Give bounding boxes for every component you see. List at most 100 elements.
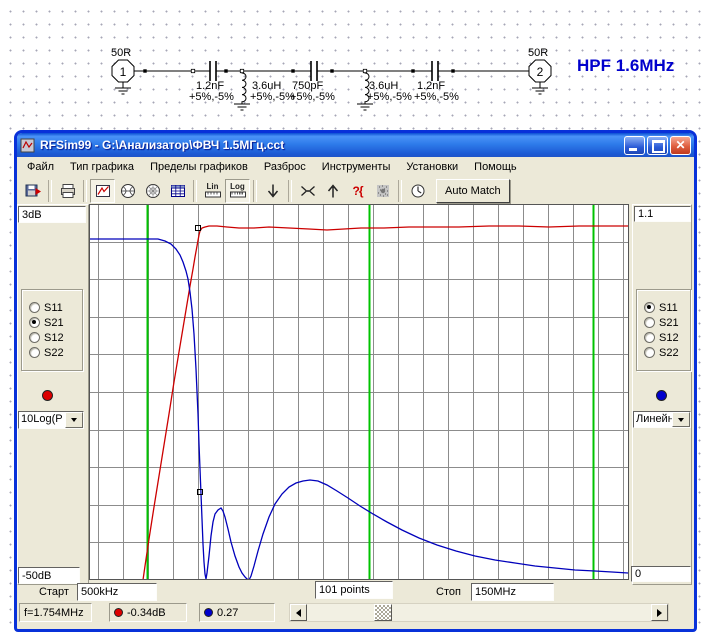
scrollbar-thumb[interactable] <box>374 604 392 621</box>
log-sweep-button[interactable]: Log <box>225 179 250 203</box>
table-view-button[interactable] <box>165 179 190 203</box>
save-button[interactable] <box>20 179 45 203</box>
chevron-down-icon <box>71 418 77 422</box>
desktop: 1 50R 1.2nF +5%,-5% 3.6uH +5%,-5% 750pF … <box>0 0 705 634</box>
right-trace-group: S11 S21 S12 S22 <box>636 289 691 371</box>
match-button[interactable] <box>295 179 320 203</box>
polar-chart-button[interactable] <box>140 179 165 203</box>
s-parameter-chart[interactable] <box>89 204 629 580</box>
toolbar-separator <box>398 180 402 202</box>
optimize-button[interactable]: ?{ <box>345 179 370 203</box>
left-bottom-limit-input[interactable] <box>18 567 80 584</box>
maximize-button[interactable] <box>647 136 668 155</box>
print-button[interactable] <box>55 179 80 203</box>
red-trace-dot <box>42 390 53 401</box>
scrollbar-right-button[interactable] <box>651 604 668 621</box>
points-input[interactable] <box>315 581 393 599</box>
auto-match-button[interactable]: Auto Match <box>436 179 510 203</box>
timer-button[interactable] <box>405 179 430 203</box>
port-1-impedance: 50R <box>111 47 131 59</box>
right-bottom-limit-input[interactable] <box>631 566 691 582</box>
toolbar-separator <box>193 180 197 202</box>
blue-marker-value: 0.27 <box>217 607 238 619</box>
stop-frequency-input[interactable] <box>471 583 554 601</box>
menubar: Файл Тип графика Пределы графиков Разбро… <box>17 157 694 178</box>
download-button[interactable] <box>260 179 285 203</box>
capacitor-c3[interactable] <box>432 61 438 81</box>
right-top-limit-input[interactable] <box>634 206 691 222</box>
right-radio-s21[interactable]: S21 <box>644 317 690 329</box>
left-format-dropdown[interactable]: 10Log(P <box>18 411 84 429</box>
red-marker-value: -0.34dB <box>127 607 166 619</box>
noise-button[interactable] <box>370 179 395 203</box>
radio-icon <box>644 347 655 358</box>
port-1-number: 1 <box>120 65 127 79</box>
scrollbar-left-button[interactable] <box>290 604 307 621</box>
menu-file[interactable]: Файл <box>19 159 62 175</box>
radio-icon <box>29 302 40 313</box>
minimize-button[interactable] <box>624 136 645 155</box>
inductor-l1[interactable] <box>234 71 250 110</box>
upload-button[interactable] <box>320 179 345 203</box>
stop-label: Стоп <box>436 586 461 598</box>
ground-icon <box>532 82 548 94</box>
app-icon <box>20 138 35 153</box>
right-radio-s11[interactable]: S11 <box>644 302 690 314</box>
capacitor-c1[interactable] <box>210 61 216 81</box>
menu-graph-type[interactable]: Тип графика <box>62 159 142 175</box>
rectangular-graph-button[interactable] <box>90 179 115 203</box>
right-radio-s22[interactable]: S22 <box>644 347 690 359</box>
radio-label: S12 <box>44 332 64 344</box>
titlebar[interactable]: RFSim99 - G:\Анализатор\ФВЧ 1.5МГц.cct ✕ <box>17 133 694 157</box>
rectangular-graph-icon <box>94 182 112 200</box>
right-format-dropdown[interactable]: Линейн <box>633 411 691 428</box>
radio-icon <box>29 332 40 343</box>
match-icon <box>299 182 317 200</box>
window-title: RFSim99 - G:\Анализатор\ФВЧ 1.5МГц.cct <box>40 138 620 152</box>
close-icon: ✕ <box>675 139 685 151</box>
start-label: Старт <box>39 586 69 598</box>
right-format-value: Линейн <box>634 412 672 427</box>
up-arrow-icon <box>324 182 342 200</box>
linear-sweep-label: Lin <box>207 183 219 191</box>
radio-icon <box>644 317 655 328</box>
menu-tools[interactable]: Инструменты <box>314 159 399 175</box>
print-icon <box>59 182 77 200</box>
l2-tolerance: +5%,-5% <box>367 91 412 103</box>
ground-icon <box>115 82 131 94</box>
menu-help[interactable]: Помощь <box>466 159 525 175</box>
blue-marker-icon <box>204 608 213 617</box>
menu-settings[interactable]: Установки <box>398 159 466 175</box>
port-1[interactable]: 1 <box>112 60 134 94</box>
red-marker-panel: -0.34dB <box>109 603 187 622</box>
close-button[interactable]: ✕ <box>670 136 691 155</box>
start-frequency-input[interactable] <box>77 583 157 601</box>
right-radio-s12[interactable]: S12 <box>644 332 690 344</box>
dropdown-button[interactable] <box>672 412 690 427</box>
ground-icon <box>357 104 373 110</box>
radio-label: S22 <box>44 347 64 359</box>
radio-label: S21 <box>44 317 64 329</box>
toolbar-separator <box>83 180 87 202</box>
smith-chart-button[interactable] <box>115 179 140 203</box>
cursor-scrollbar[interactable] <box>289 603 669 622</box>
left-radio-s11[interactable]: S11 <box>29 302 82 314</box>
linear-sweep-button[interactable]: Lin <box>200 179 225 203</box>
down-arrow-icon <box>264 182 282 200</box>
port-2[interactable]: 2 <box>529 60 551 94</box>
capacitor-c2[interactable] <box>311 61 317 81</box>
ruler-icon <box>205 191 221 198</box>
left-top-limit-input[interactable] <box>18 206 86 223</box>
toolbar-separator <box>48 180 52 202</box>
clock-icon <box>409 182 427 200</box>
dropdown-button[interactable] <box>65 412 83 428</box>
menu-spread[interactable]: Разброс <box>256 159 314 175</box>
save-icon <box>24 182 42 200</box>
toolbar-separator <box>253 180 257 202</box>
left-radio-s12[interactable]: S12 <box>29 332 82 344</box>
menu-graph-limits[interactable]: Пределы графиков <box>142 159 256 175</box>
left-radio-s22[interactable]: S22 <box>29 347 82 359</box>
left-radio-s21[interactable]: S21 <box>29 317 82 329</box>
port-2-number: 2 <box>537 65 544 79</box>
c3-tolerance: +5%,-5% <box>414 91 459 103</box>
